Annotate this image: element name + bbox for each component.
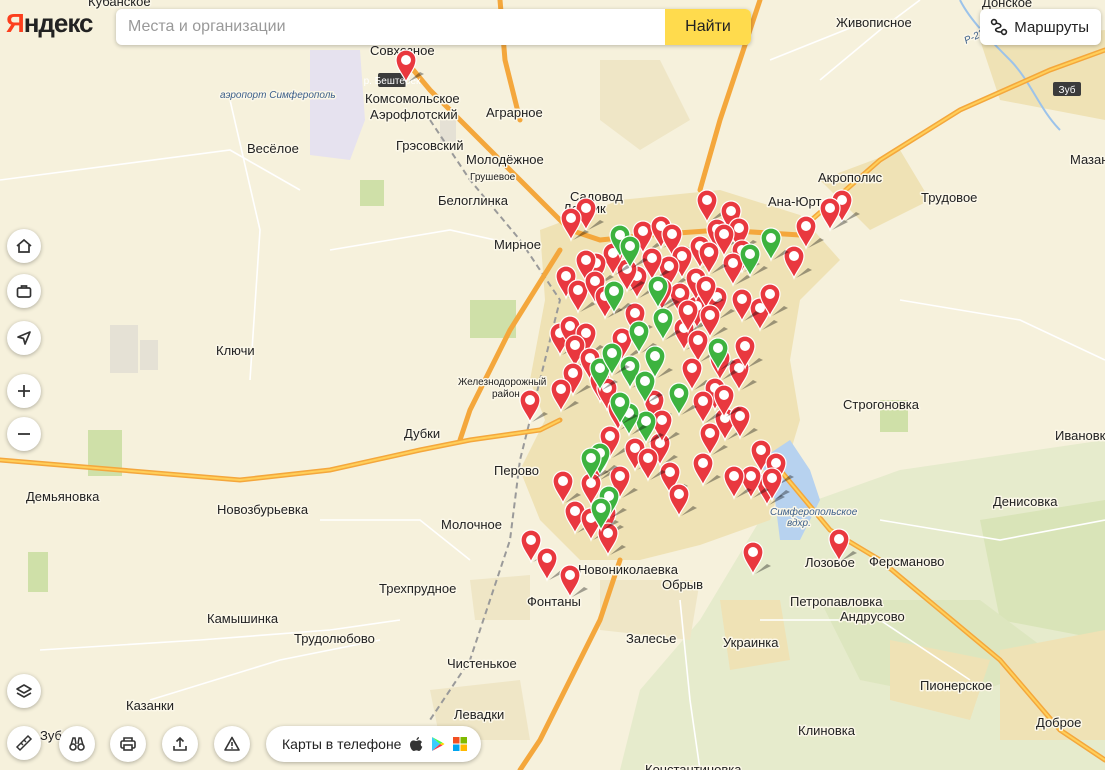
place-label: Мирное	[494, 237, 541, 252]
ruler-button[interactable]	[7, 726, 41, 760]
place-label: Молочное	[441, 517, 502, 532]
place-label: аэропорт Симферополь	[220, 89, 336, 101]
navigation-arrow-icon	[17, 331, 31, 345]
mobile-app-label: Карты в телефоне	[282, 736, 402, 752]
my-location-button[interactable]	[7, 321, 41, 355]
place-label: Залесье	[626, 631, 676, 646]
place-label: Трудовое	[921, 190, 977, 205]
zoom-out-icon	[18, 433, 30, 435]
place-label: Ана-Юрт	[768, 194, 821, 209]
place-label: вдхр.	[787, 518, 811, 529]
panorama-button[interactable]	[59, 726, 95, 762]
share-icon	[173, 736, 187, 751]
print-icon	[120, 737, 136, 751]
svg-text:Зуб: Зуб	[1059, 84, 1076, 96]
place-label: Демьяновка	[26, 489, 100, 504]
place-label: Молодёжное	[466, 152, 544, 167]
place-label: Ферсманово	[869, 554, 944, 569]
svg-text:р. Бештерек: р. Бештерек	[364, 76, 421, 87]
place-label: Живописное	[836, 15, 912, 30]
place-label: Трехпрудное	[379, 581, 456, 596]
place-label: Акрополис	[818, 170, 883, 185]
home-button[interactable]	[7, 229, 41, 263]
place-label: Грэсовский	[396, 138, 464, 153]
place-label: Железнодорожный	[458, 377, 546, 388]
search-bar: Найти	[116, 9, 751, 45]
place-label: Чистенькое	[447, 656, 517, 671]
place-label: Аграрное	[486, 105, 543, 120]
place-label: Клиновка	[798, 723, 856, 738]
place-label: район	[492, 389, 520, 400]
briefcase-icon	[16, 285, 32, 298]
routes-label: Маршруты	[1014, 18, 1089, 36]
place-label: Доброе	[1036, 715, 1081, 730]
place-label: Андрусово	[840, 609, 905, 624]
place-label: Фонтаны	[527, 594, 581, 609]
ruler-icon	[15, 734, 33, 752]
place-label: Украинка	[723, 635, 779, 650]
place-label: Обрыв	[662, 577, 703, 592]
zoom-in-icon	[18, 385, 30, 397]
place-label: Денисовка	[993, 494, 1058, 509]
route-icon	[991, 18, 1008, 36]
place-label: Левадки	[454, 707, 504, 722]
road-shield-r23: Зуб	[1053, 82, 1081, 96]
place-label: Новониколаевка	[578, 562, 679, 577]
print-button[interactable]	[110, 726, 146, 762]
apple-icon	[410, 737, 423, 751]
share-button[interactable]	[162, 726, 198, 762]
place-label: Кубанское	[88, 0, 151, 9]
place-label: Грушевое	[470, 172, 516, 183]
place-label: Ключи	[216, 343, 255, 358]
routes-button[interactable]: Маршруты	[980, 9, 1101, 45]
windows-icon	[453, 737, 468, 751]
place-label: Константиновка	[645, 762, 742, 770]
place-label: Ивановка	[1055, 428, 1105, 443]
place-label: Новозбурьевка	[217, 502, 309, 517]
warning-icon	[224, 736, 240, 751]
google-play-icon	[432, 737, 445, 751]
map-canvas[interactable]: Зуб р. Бештерек Кубанское Совхозное Комс…	[0, 0, 1105, 770]
zoom-in-button[interactable]	[7, 374, 41, 408]
place-label: Петропавловка	[790, 594, 883, 609]
place-label: Дубки	[404, 426, 440, 441]
place-label: Камышинка	[207, 611, 279, 626]
place-label: Симферопольское	[770, 506, 858, 518]
home-icon	[16, 238, 32, 253]
report-button[interactable]	[214, 726, 250, 762]
yandex-logo[interactable]: Яндекс	[6, 8, 93, 39]
place-label: Казанки	[126, 698, 174, 713]
place-label: Строгоновка	[843, 397, 920, 412]
place-label: Белоглинка	[438, 193, 509, 208]
search-button[interactable]: Найти	[665, 9, 751, 45]
layers-button[interactable]	[7, 674, 41, 708]
place-label: Весёлое	[247, 141, 299, 156]
work-button[interactable]	[7, 274, 41, 308]
mobile-app-banner[interactable]: Карты в телефоне	[266, 726, 482, 762]
layers-icon	[16, 684, 32, 698]
place-label: Комсомольское	[365, 91, 460, 106]
place-label: Пионерское	[920, 678, 992, 693]
place-label: Трудолюбово	[294, 631, 375, 646]
place-label: Мазанка	[1070, 152, 1105, 167]
binoculars-icon	[69, 737, 85, 751]
zoom-out-button[interactable]	[7, 417, 41, 451]
place-label: Перово	[494, 463, 539, 478]
road-shield-r25: р. Бештерек	[364, 73, 421, 87]
place-label: Аэрофлотский	[370, 107, 458, 122]
search-input[interactable]	[116, 9, 665, 45]
